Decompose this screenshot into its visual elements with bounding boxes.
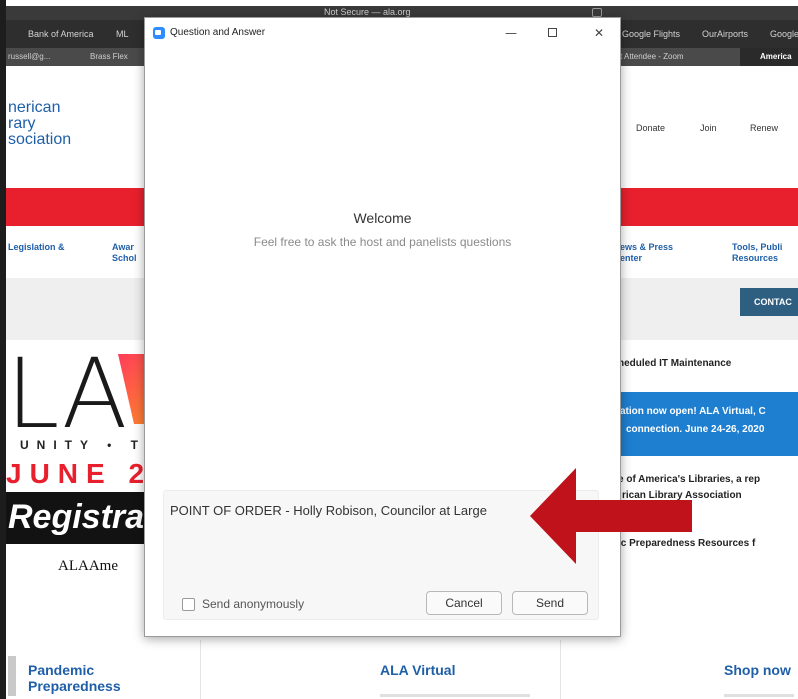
red-arrow-annotation — [530, 468, 692, 564]
ala-logo[interactable]: nerican rary sociation — [8, 100, 71, 148]
browser-tab-active-label: America — [760, 52, 792, 61]
bookmark-item[interactable]: Bank of America — [28, 29, 94, 39]
browser-tab[interactable]: Brass Flex — [90, 52, 128, 61]
browser-tab[interactable]: russell@g... — [8, 52, 50, 61]
renew-link[interactable]: Renew — [750, 123, 778, 133]
card-shop-title[interactable]: Shop now — [724, 662, 791, 678]
card-pandemic-title[interactable]: Pandemic Preparedness — [28, 662, 121, 694]
nav-awards[interactable]: Awar Schol — [112, 242, 137, 264]
logo-line: nerican — [8, 99, 61, 116]
url-text[interactable]: Not Secure — ala.org — [324, 7, 411, 17]
bookmark-item[interactable]: Google — [770, 29, 798, 39]
pandemic-icon — [8, 656, 16, 696]
donate-link[interactable]: Donate — [636, 123, 665, 133]
maximize-button[interactable] — [542, 24, 562, 42]
close-button[interactable]: ✕ — [589, 24, 609, 42]
logo-line: sociation — [8, 131, 72, 148]
cancel-button[interactable]: Cancel — [426, 591, 502, 615]
faded-text-line — [380, 694, 530, 697]
card-divider — [560, 640, 561, 699]
banner-la: LA — [6, 338, 128, 450]
banner-unity: UNITY • T — [20, 438, 146, 452]
card-divider — [200, 640, 201, 699]
send-anonymously-label[interactable]: Send anonymously — [202, 597, 304, 611]
dialog-title-bar[interactable]: Question and Answer — ✕ — [145, 18, 620, 48]
news-maintenance[interactable]: heduled IT Maintenance — [618, 358, 731, 369]
browser-tab-active[interactable]: America — [740, 48, 798, 66]
minimize-button[interactable]: — — [501, 24, 521, 42]
send-anonymously-checkbox[interactable] — [182, 598, 195, 611]
nav-legislation[interactable]: Legislation & — [8, 242, 65, 253]
banner-registration[interactable]: Registrat — [6, 492, 148, 544]
send-button[interactable]: Send — [512, 591, 588, 615]
bookmark-item[interactable]: OurAirports — [702, 29, 748, 39]
browser-tab[interactable]: t Attendee - Zoom — [620, 52, 684, 61]
faded-text-line — [724, 694, 794, 697]
dialog-title: Question and Answer — [170, 27, 266, 38]
maximize-icon — [547, 28, 557, 37]
tab-overview-icon[interactable] — [592, 8, 602, 17]
arrow-shape — [530, 468, 692, 564]
news-highlight-line: ation now open! ALA Virtual, C — [620, 406, 766, 417]
banner-june: JUNE 2 — [6, 458, 153, 489]
bookmark-item[interactable]: Google Flights — [622, 29, 680, 39]
welcome-heading: Welcome — [353, 210, 412, 226]
bookmark-item[interactable]: ML — [116, 29, 129, 39]
news-highlight-line: connection. June 24-26, 2020 — [626, 424, 765, 435]
question-input[interactable]: POINT OF ORDER - Holly Robison, Councilo… — [170, 503, 590, 518]
welcome-subtext: Feel free to ask the host and panelists … — [253, 235, 512, 249]
contact-button[interactable]: CONTAC — [740, 288, 798, 316]
zoom-app-icon — [153, 27, 165, 39]
news-highlight[interactable]: ation now open! ALA Virtual, C connectio… — [616, 392, 798, 456]
join-link[interactable]: Join — [700, 123, 717, 133]
banner-ala-brand: ALAAme — [58, 558, 118, 574]
nav-news[interactable]: ews & Press enter — [620, 242, 673, 264]
nav-tools[interactable]: Tools, Publi Resources — [732, 242, 782, 264]
logo-line: rary — [8, 115, 36, 132]
card-virtual-title[interactable]: ALA Virtual — [380, 662, 455, 678]
